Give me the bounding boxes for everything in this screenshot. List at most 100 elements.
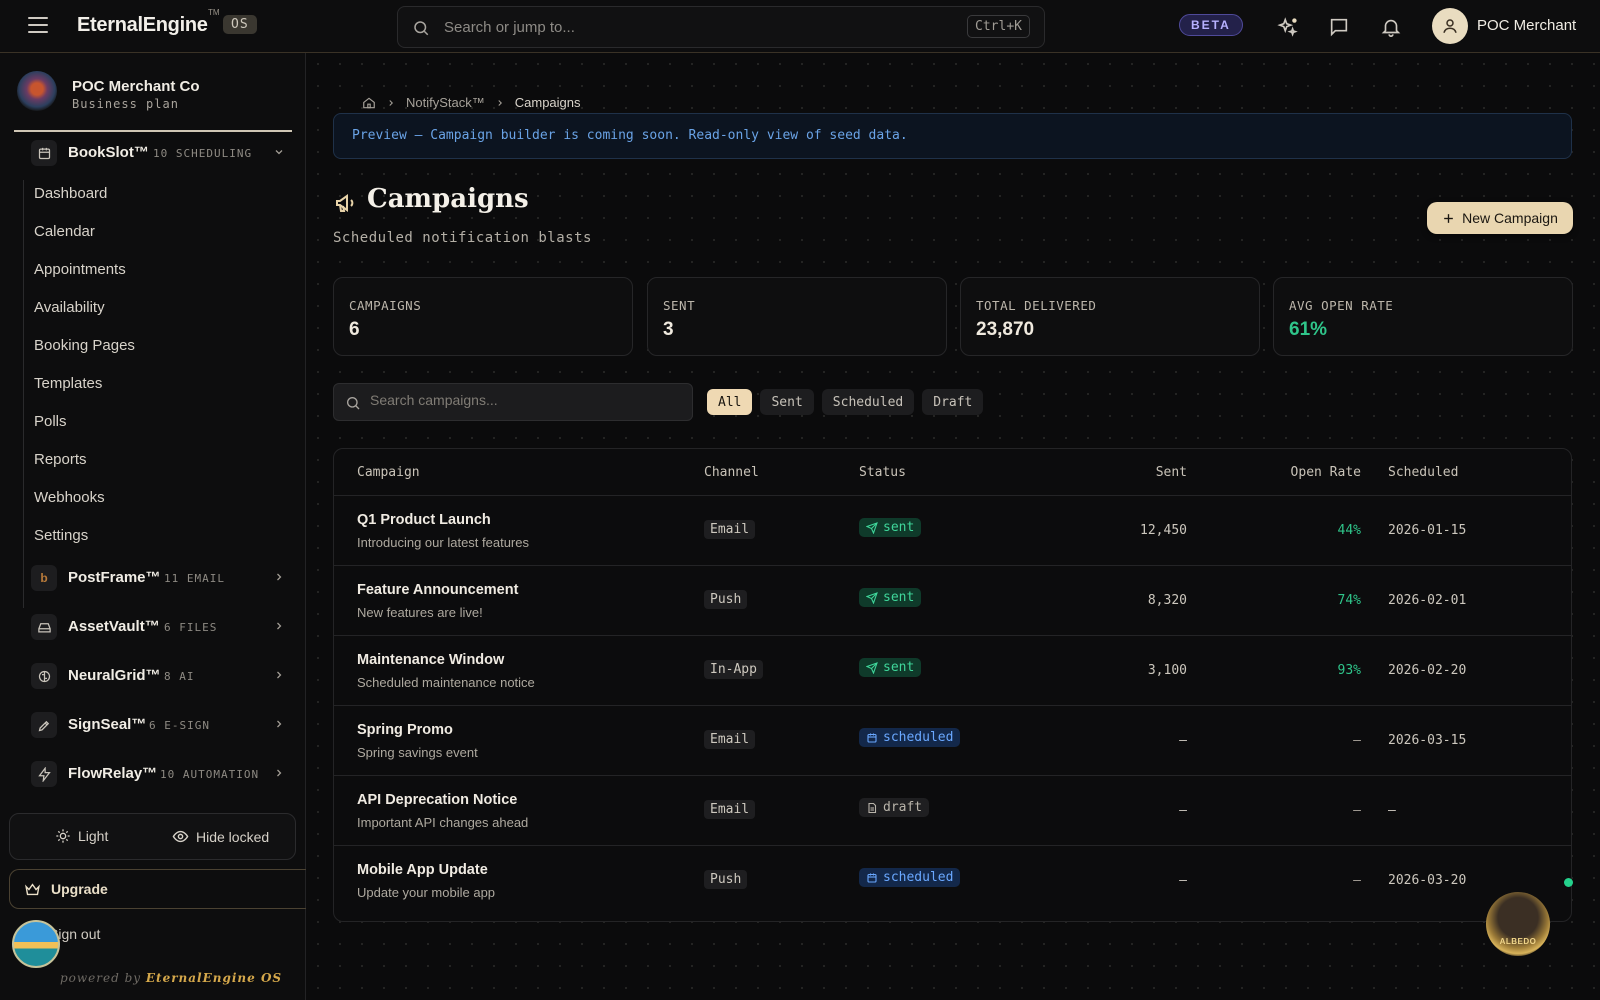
nav-item-webhooks[interactable]: Webhooks bbox=[34, 489, 105, 506]
sun-icon bbox=[56, 829, 70, 843]
section-assetvault[interactable]: AssetVault™ 6 FILES bbox=[0, 607, 306, 647]
sparkle-icon[interactable] bbox=[1275, 14, 1301, 40]
hide-locked-button[interactable]: Hide locked bbox=[172, 828, 269, 845]
column-header-status[interactable]: Status bbox=[859, 465, 906, 480]
filter-draft[interactable]: Draft bbox=[922, 389, 984, 415]
user-name[interactable]: POC Merchant bbox=[1477, 17, 1576, 34]
filter-scheduled[interactable]: Scheduled bbox=[821, 389, 915, 415]
menu-icon[interactable] bbox=[28, 17, 48, 35]
status-badge: sent bbox=[859, 658, 922, 677]
stat-card-campaigns: CAMPAIGNS 6 bbox=[333, 277, 633, 356]
column-header-sent[interactable]: Sent bbox=[1156, 465, 1187, 480]
table-row[interactable]: API Deprecation Notice Important API chan… bbox=[334, 776, 1571, 846]
org-name[interactable]: POC Merchant Co bbox=[72, 78, 200, 95]
theme-toggle-label: Light bbox=[78, 828, 109, 844]
campaign-name[interactable]: Spring Promo bbox=[357, 722, 453, 738]
nav-item-availability[interactable]: Availability bbox=[34, 299, 105, 316]
stat-label: TOTAL DELIVERED bbox=[976, 298, 1097, 313]
nav-item-settings[interactable]: Settings bbox=[34, 527, 88, 544]
beach-avatar[interactable] bbox=[12, 920, 60, 968]
section-signseal[interactable]: SignSeal™ 6 E-SIGN bbox=[0, 705, 306, 745]
column-header-scheduled[interactable]: Scheduled bbox=[1388, 465, 1458, 480]
nav-item-templates[interactable]: Templates bbox=[34, 375, 102, 392]
nav-item-appointments[interactable]: Appointments bbox=[34, 261, 126, 278]
new-campaign-button[interactable]: New Campaign bbox=[1427, 202, 1573, 234]
eye-icon bbox=[172, 830, 189, 843]
theme-toggle-button[interactable]: Light bbox=[55, 828, 108, 844]
nav-item-reports[interactable]: Reports bbox=[34, 451, 87, 468]
status-badge: sent bbox=[859, 588, 922, 607]
campaign-name[interactable]: Feature Announcement bbox=[357, 582, 518, 598]
section-postframe[interactable]: b PostFrame™ 11 EMAIL bbox=[0, 558, 306, 598]
chat-icon[interactable] bbox=[1326, 14, 1352, 40]
table-row[interactable]: Mobile App Update Update your mobile app P… bbox=[334, 846, 1571, 916]
campaign-name[interactable]: Q1 Product Launch bbox=[357, 512, 491, 528]
table-row[interactable]: Feature Announcement New features are liv… bbox=[334, 566, 1571, 636]
search-icon bbox=[414, 21, 429, 36]
open-rate: — bbox=[1353, 803, 1361, 818]
section-bookslot[interactable]: BookSlot™ 10 SCHEDULING bbox=[0, 133, 306, 173]
campaign-name[interactable]: API Deprecation Notice bbox=[357, 792, 517, 808]
status-badge: scheduled bbox=[859, 868, 961, 887]
preview-banner: Preview — Campaign builder is coming soo… bbox=[333, 113, 1572, 159]
beta-badge[interactable]: BETA bbox=[1179, 14, 1243, 36]
global-search[interactable]: Search or jump to... Ctrl+K bbox=[397, 6, 1045, 48]
campaign-description: Update your mobile app bbox=[357, 885, 496, 900]
powered-prefix: powered by bbox=[60, 971, 142, 985]
column-header-open-rate[interactable]: Open Rate bbox=[1291, 465, 1361, 480]
campaign-search[interactable] bbox=[333, 383, 693, 421]
breadcrumb: NotifyStack™ Campaigns bbox=[362, 95, 581, 110]
bell-icon[interactable] bbox=[1378, 14, 1404, 40]
stat-label: SENT bbox=[663, 298, 696, 313]
nav-rail bbox=[23, 180, 24, 608]
sent-count: — bbox=[1179, 803, 1187, 818]
section-flowrelay[interactable]: FlowRelay™ 10 AUTOMATION bbox=[0, 754, 306, 794]
brand-logo[interactable]: EternalEngine bbox=[77, 14, 208, 37]
sent-count: 8,320 bbox=[1147, 593, 1187, 608]
nav-item-booking-pages[interactable]: Booking Pages bbox=[34, 337, 135, 354]
section-title: FlowRelay™ bbox=[68, 765, 158, 782]
section-count: 6 FILES bbox=[164, 621, 218, 634]
section-title: NeuralGrid™ bbox=[68, 667, 161, 684]
status-badge: scheduled bbox=[859, 728, 961, 747]
column-header-campaign[interactable]: Campaign bbox=[357, 465, 420, 480]
section-count: 10 AUTOMATION bbox=[160, 768, 260, 781]
online-indicator bbox=[1564, 878, 1573, 887]
breadcrumb-notifystack[interactable]: NotifyStack™ bbox=[406, 95, 485, 110]
nav-item-calendar[interactable]: Calendar bbox=[34, 223, 95, 240]
section-title: AssetVault™ bbox=[68, 618, 160, 635]
filter-sent[interactable]: Sent bbox=[760, 389, 814, 415]
sidebar-toggles: Light Hide locked bbox=[9, 813, 296, 860]
campaign-description: Introducing our latest features bbox=[357, 535, 529, 550]
org-logo bbox=[17, 71, 57, 111]
assistant-label: ALBEDO bbox=[1499, 937, 1537, 946]
open-rate: 93% bbox=[1337, 663, 1361, 678]
campaign-search-input[interactable] bbox=[370, 392, 680, 408]
table-row[interactable]: Q1 Product Launch Introducing our latest … bbox=[334, 496, 1571, 566]
campaign-name[interactable]: Maintenance Window bbox=[357, 652, 504, 668]
column-header-channel[interactable]: Channel bbox=[704, 465, 759, 480]
divider bbox=[14, 130, 292, 132]
upgrade-button[interactable]: Upgrade bbox=[9, 869, 306, 909]
chevron-right-icon bbox=[498, 99, 502, 106]
nav-item-dashboard[interactable]: Dashboard bbox=[34, 185, 107, 202]
main-content: NotifyStack™ Campaigns Preview — Campaig… bbox=[307, 53, 1600, 1000]
os-badge: OS bbox=[223, 15, 257, 34]
sent-count: 3,100 bbox=[1147, 663, 1187, 678]
section-neuralgrid[interactable]: NeuralGrid™ 8 AI bbox=[0, 656, 306, 696]
upgrade-label: Upgrade bbox=[51, 881, 108, 897]
channel-badge: Email bbox=[704, 730, 756, 749]
sidebar: POC Merchant Co Business plan BookSlot™ … bbox=[0, 53, 306, 1000]
assistant-avatar[interactable]: ALBEDO bbox=[1486, 892, 1550, 956]
user-avatar[interactable] bbox=[1432, 8, 1468, 44]
campaign-name[interactable]: Mobile App Update bbox=[357, 862, 488, 878]
hide-locked-label: Hide locked bbox=[196, 828, 270, 845]
table-row[interactable]: Spring Promo Spring savings event Email sch… bbox=[334, 706, 1571, 776]
home-icon[interactable] bbox=[362, 96, 376, 110]
open-rate: — bbox=[1353, 873, 1361, 888]
top-bar: EternalEngine TM OS Search or jump to...… bbox=[0, 0, 1600, 53]
filter-all[interactable]: All bbox=[707, 389, 753, 415]
table-header: Campaign Channel Status Sent Open Rate S… bbox=[334, 449, 1571, 496]
nav-item-polls[interactable]: Polls bbox=[34, 413, 67, 430]
table-row[interactable]: Maintenance Window Scheduled maintenance … bbox=[334, 636, 1571, 706]
